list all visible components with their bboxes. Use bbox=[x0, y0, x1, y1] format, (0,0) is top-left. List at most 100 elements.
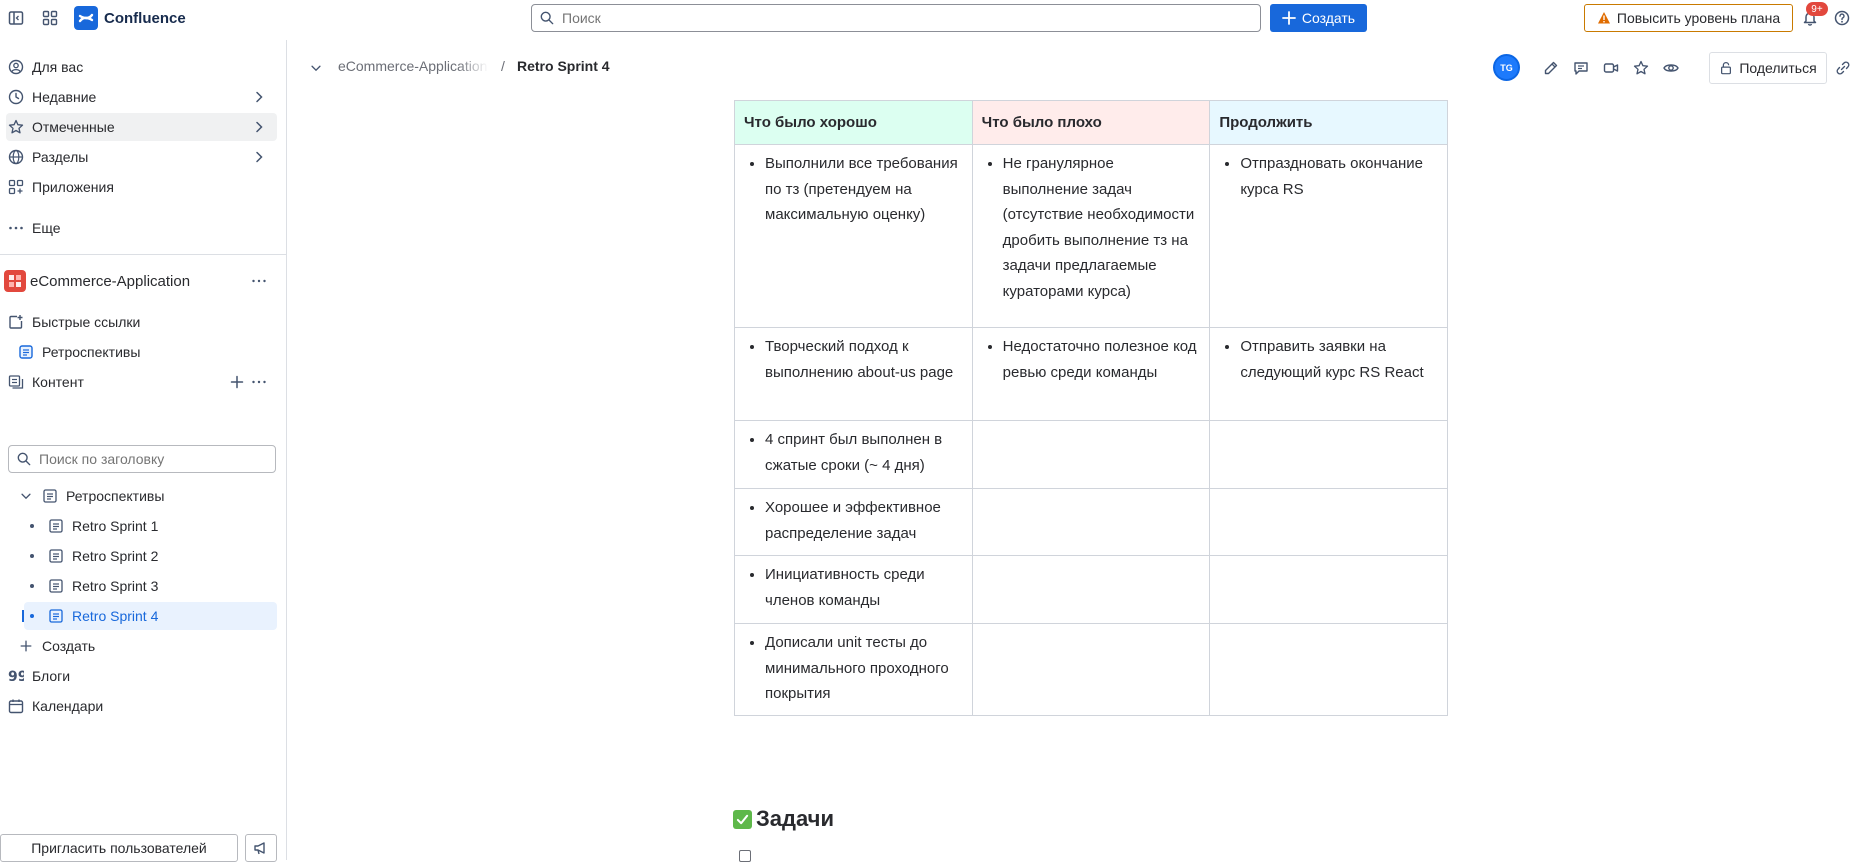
space-more-icon[interactable] bbox=[251, 273, 267, 289]
copy-link-icon[interactable] bbox=[1831, 56, 1855, 80]
table-cell[interactable]: Недостаточно полезное код ревью среди ко… bbox=[971, 327, 1211, 421]
sidebar-item-label: Блоги bbox=[32, 668, 71, 684]
table-cell[interactable] bbox=[971, 420, 1211, 489]
table-cell[interactable] bbox=[1209, 488, 1448, 556]
sidebar-item-label: Ретроспективы bbox=[42, 344, 141, 360]
chevron-right-icon bbox=[251, 149, 267, 165]
help-icon[interactable] bbox=[1830, 6, 1854, 30]
table-cell[interactable] bbox=[971, 488, 1211, 556]
table-cell[interactable] bbox=[1209, 555, 1448, 624]
invite-users-button[interactable]: Пригласить пользователей bbox=[0, 834, 238, 862]
tree-item-label: Retro Sprint 2 bbox=[72, 548, 159, 564]
sidebar-item-calendars[interactable]: Календари bbox=[6, 692, 277, 720]
app-switcher-icon[interactable] bbox=[38, 6, 62, 30]
apps-icon bbox=[8, 179, 24, 195]
page-icon bbox=[48, 578, 64, 594]
table-cell[interactable] bbox=[971, 623, 1211, 716]
feedback-megaphone-icon[interactable] bbox=[245, 834, 277, 862]
header-went-wrong: Что было плохо bbox=[971, 100, 1211, 145]
sidebar-item-content[interactable]: Контент bbox=[6, 368, 277, 396]
table-cell[interactable] bbox=[971, 555, 1211, 624]
task-checkbox[interactable] bbox=[739, 850, 751, 862]
list-item: Инициативность среди членов команды bbox=[765, 562, 964, 613]
table-cell[interactable] bbox=[1209, 623, 1448, 716]
bullet-icon bbox=[30, 554, 34, 558]
breadcrumb-chevron-down-icon[interactable] bbox=[304, 56, 328, 80]
list-item: Творческий подход к выполнению about-us … bbox=[765, 334, 964, 385]
search-icon bbox=[540, 11, 554, 25]
content-more-icon[interactable] bbox=[251, 374, 267, 390]
bullet-icon bbox=[30, 614, 34, 618]
tree-item-label: Retro Sprint 4 bbox=[72, 608, 159, 624]
table-cell[interactable]: Не гранулярное выполнение задач (отсутст… bbox=[971, 144, 1211, 328]
table-cell[interactable]: Отпраздновать окончание курса RS bbox=[1209, 144, 1448, 328]
video-camera-icon[interactable] bbox=[1599, 56, 1623, 80]
confluence-home-link[interactable]: Confluence bbox=[74, 6, 186, 30]
tree-item-retrospectives[interactable]: Ретроспективы bbox=[16, 482, 277, 510]
table-row: Выполнили все требования по тз (претенду… bbox=[734, 144, 1448, 328]
list-item: Не гранулярное выполнение задач (отсутст… bbox=[1003, 151, 1202, 305]
watch-eye-icon[interactable] bbox=[1659, 56, 1683, 80]
table-row: 4 спринт был выполнен в сжатые сроки (~ … bbox=[734, 420, 1448, 489]
table-cell[interactable]: Выполнили все требования по тз (претенду… bbox=[734, 144, 973, 328]
table-cell[interactable]: Дописали unit тесты до минимального прох… bbox=[734, 623, 973, 716]
sidebar-item-label: Для вас bbox=[32, 59, 84, 75]
star-icon[interactable] bbox=[1629, 56, 1653, 80]
table-header-row: Что было хорошо Что было плохо Продолжит… bbox=[734, 100, 1448, 145]
space-header[interactable]: eCommerce-Application bbox=[4, 267, 277, 295]
sidebar-item-apps[interactable]: Приложения bbox=[6, 173, 277, 201]
table-row: Хорошее и эффективное распределение зада… bbox=[734, 488, 1448, 556]
page-icon bbox=[42, 488, 58, 504]
sidebar-item-label: Приложения bbox=[32, 179, 114, 195]
selected-indicator bbox=[22, 610, 24, 622]
upgrade-plan-button[interactable]: Повысить уровень плана bbox=[1584, 4, 1793, 32]
quick-link-retrospectives[interactable]: Ретроспективы bbox=[16, 338, 277, 366]
avatar[interactable]: TG bbox=[1493, 54, 1520, 81]
bullet-icon bbox=[30, 584, 34, 588]
sidebar-item-starred[interactable]: Отмеченные bbox=[6, 113, 277, 141]
table-cell[interactable]: 4 спринт был выполнен в сжатые сроки (~ … bbox=[734, 420, 973, 489]
sidebar-item-blogs[interactable]: 99 Блоги bbox=[6, 662, 277, 690]
chevron-down-icon[interactable] bbox=[18, 488, 34, 504]
comment-icon[interactable] bbox=[1569, 56, 1593, 80]
share-label: Поделиться bbox=[1739, 60, 1817, 76]
table-cell[interactable] bbox=[1209, 420, 1448, 489]
sidebar-item-for-you[interactable]: Для вас bbox=[6, 53, 277, 81]
tree-item-retro-sprint-2[interactable]: Retro Sprint 2 bbox=[24, 542, 277, 570]
sidebar-toggle-icon[interactable] bbox=[4, 6, 28, 30]
tree-create-button[interactable]: Создать bbox=[16, 632, 277, 660]
edit-pencil-icon[interactable] bbox=[1539, 56, 1563, 80]
tasks-heading: Задачи bbox=[733, 806, 834, 832]
add-content-icon[interactable] bbox=[229, 374, 245, 390]
global-search[interactable] bbox=[531, 4, 1261, 32]
create-button[interactable]: Создать bbox=[1270, 4, 1367, 32]
sidebar-item-more[interactable]: Еще bbox=[6, 214, 277, 242]
tree-item-retro-sprint-1[interactable]: Retro Sprint 1 bbox=[24, 512, 277, 540]
sidebar-item-recent[interactable]: Недавние bbox=[6, 83, 277, 111]
tree-item-retro-sprint-3[interactable]: Retro Sprint 3 bbox=[24, 572, 277, 600]
sidebar-item-quick-links[interactable]: Быстрые ссылки bbox=[6, 308, 277, 336]
tree-item-retro-sprint-4[interactable]: Retro Sprint 4 bbox=[22, 602, 277, 630]
sidebar-item-label: Календари bbox=[32, 698, 104, 714]
list-item: Недостаточно полезное код ревью среди ко… bbox=[1003, 334, 1202, 385]
tasks-title: Задачи bbox=[756, 806, 834, 831]
table-row: Инициативность среди членов команды bbox=[734, 555, 1448, 624]
list-item: Отпраздновать окончание курса RS bbox=[1240, 151, 1439, 202]
table-cell[interactable]: Творческий подход к выполнению about-us … bbox=[734, 327, 973, 421]
lock-icon bbox=[1719, 61, 1733, 75]
sidebar-item-spaces[interactable]: Разделы bbox=[6, 143, 277, 171]
table-cell[interactable]: Отправить заявки на следующий курс RS Re… bbox=[1209, 327, 1448, 421]
sidebar-item-label: Недавние bbox=[32, 89, 97, 105]
share-button[interactable]: Поделиться bbox=[1709, 52, 1827, 84]
title-search[interactable] bbox=[8, 445, 276, 473]
confluence-logo-icon bbox=[74, 6, 98, 30]
quick-links-icon bbox=[8, 314, 24, 330]
tree-create-label: Создать bbox=[42, 638, 96, 654]
table-cell[interactable]: Хорошее и эффективное распределение зада… bbox=[734, 488, 973, 556]
list-item: Дописали unit тесты до минимального прох… bbox=[765, 630, 964, 707]
title-search-input[interactable] bbox=[37, 450, 271, 468]
table-cell[interactable]: Инициативность среди членов команды bbox=[734, 555, 973, 624]
search-input[interactable] bbox=[560, 9, 1244, 27]
breadcrumb-space[interactable]: eCommerce-Application bbox=[338, 58, 488, 74]
clock-icon bbox=[8, 89, 24, 105]
